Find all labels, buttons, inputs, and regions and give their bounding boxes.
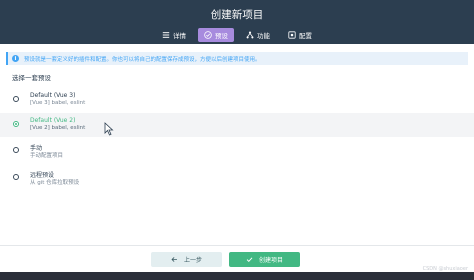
check-circle-icon xyxy=(204,31,212,39)
preset-description: [Vue 3] babel, eslint xyxy=(30,100,86,106)
radio-button[interactable] xyxy=(13,147,19,153)
preset-option-manual[interactable]: 手动 手动配置项目 xyxy=(0,139,474,163)
check-icon xyxy=(246,257,253,262)
app-header: 创建新项目 详情 预设 功能 配置 xyxy=(0,0,474,44)
tab-features-label: 功能 xyxy=(257,32,270,40)
section-title: 选择一套预设 xyxy=(12,74,51,82)
page-title: 创建新项目 xyxy=(210,9,264,21)
preset-option-vue2[interactable]: Default (Vue 2) [Vue 2] babel, eslint xyxy=(0,113,474,137)
radio-button-checked[interactable] xyxy=(13,121,19,127)
previous-step-label: 上一步 xyxy=(183,257,202,264)
previous-step-button[interactable]: 上一步 xyxy=(151,252,222,267)
preset-name: Default (Vue 2) xyxy=(30,117,76,124)
create-project-button[interactable]: 创建项目 xyxy=(229,252,300,267)
preset-description: 手动配置项目 xyxy=(30,153,64,159)
info-icon: i xyxy=(12,55,19,62)
arrow-left-icon xyxy=(171,257,177,262)
create-project-label: 创建项目 xyxy=(258,257,283,264)
tab-config-label: 配置 xyxy=(299,32,312,40)
preset-name: Default (Vue 3) xyxy=(30,92,76,99)
preset-option-vue3[interactable]: Default (Vue 3) [Vue 3] babel, eslint xyxy=(0,88,474,112)
info-text: 预设就是一套定义好的插件和配置。你也可以将自己的配置保存成预设，方便以后创建项目… xyxy=(24,56,261,63)
radio-button[interactable] xyxy=(13,174,19,180)
tab-details[interactable]: 详情 xyxy=(156,28,192,42)
preset-description: 从 git 仓库拉取预设 xyxy=(30,180,80,186)
tab-features[interactable]: 功能 xyxy=(240,28,276,42)
preset-option-remote[interactable]: 远程预设 从 git 仓库拉取预设 xyxy=(0,166,474,190)
os-taskbar xyxy=(0,272,474,280)
preset-description: [Vue 2] babel, eslint xyxy=(30,125,86,131)
footer-divider xyxy=(0,245,474,246)
tab-details-label: 详情 xyxy=(173,32,186,40)
list-icon xyxy=(162,31,170,39)
mouse-cursor-icon xyxy=(104,122,114,136)
step-tabs: 详情 预设 功能 配置 xyxy=(0,28,474,44)
watermark: CSDN @shuxiaoer xyxy=(422,266,468,272)
radio-button[interactable] xyxy=(13,96,19,102)
tab-presets[interactable]: 预设 xyxy=(198,28,234,42)
tree-icon xyxy=(246,31,254,39)
settings-box-icon xyxy=(288,31,296,39)
tab-config[interactable]: 配置 xyxy=(282,28,318,42)
tab-presets-label: 预设 xyxy=(215,32,228,40)
info-banner: i 预设就是一套定义好的插件和配置。你也可以将自己的配置保存成预设，方便以后创建… xyxy=(6,52,468,65)
